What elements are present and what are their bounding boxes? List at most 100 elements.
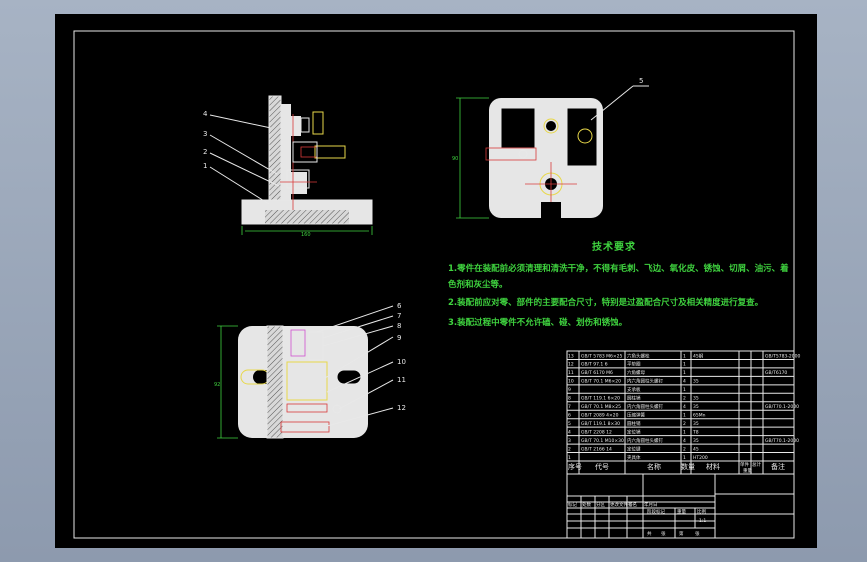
balloon-6: 6: [397, 302, 402, 310]
side-height-dim: 90: [452, 156, 458, 162]
tb-date: 年月日: [644, 501, 658, 508]
bom-cell-seq: 8: [568, 396, 571, 402]
tb-weight: 重量: [677, 508, 686, 515]
bom-row: 4 GB/T 2208 12 定位销 1 T8: [568, 428, 699, 435]
bom-cell-qty: 1: [683, 362, 686, 368]
bom-cell-qty: 1: [683, 353, 686, 359]
note-line-2: 色剂和灰尘等。: [448, 280, 508, 290]
bom-cell-material: 35: [693, 404, 699, 410]
balloon-12: 12: [397, 404, 406, 412]
tb-scale: 1:1: [699, 518, 706, 524]
bom-cell-seq: 3: [568, 438, 571, 444]
balloon-10: 10: [397, 358, 406, 366]
bom-cell-code: GB/T 2208 12: [581, 429, 612, 435]
bom-cell-name: 内六角圆柱头螺钉: [627, 437, 663, 444]
bom-cell-material: 45钢: [693, 352, 704, 359]
front-balloons: 4 3 2 1: [203, 110, 280, 205]
balloon-1: 1: [203, 162, 207, 170]
front-view: 160: [241, 95, 373, 238]
bom-cell-seq: 4: [568, 429, 571, 435]
bom-cell-seq: 11: [568, 370, 574, 376]
balloon-3: 3: [203, 130, 207, 138]
bom-header-qty: 数量: [681, 462, 695, 471]
bom-cell-seq: 13: [568, 353, 574, 359]
bom-cell-seq: 6: [568, 412, 571, 418]
bom-row: 5 GB/T 119.1 8×30 圆柱销 2 35: [568, 420, 699, 427]
bom-header-name: 名称: [647, 462, 661, 471]
bom-cell-name: 圆柱销: [627, 420, 641, 427]
bom-cell-code: GB/T 70.1 M8×25: [581, 404, 621, 410]
bom-table: 序号 代号 名称 数量 材料 单件 总计 重量 备注 13 GB/T 5783 M…: [566, 350, 801, 475]
bom-cell-code: GB/T 119.1 8×30: [581, 421, 620, 427]
bom-header-weight: 重量: [743, 467, 752, 474]
bom-cell-qty: 4: [683, 379, 686, 385]
bom-cell-qty: 2: [683, 396, 686, 402]
bom-cell-material: 35: [693, 396, 699, 402]
balloon-2: 2: [203, 148, 207, 156]
bom-cell-qty: 1: [683, 370, 686, 376]
note-line-1: 1.零件在装配前必须清理和清洗干净，不得有毛刺、飞边、氧化皮、锈蚀、切屑、油污、…: [448, 264, 789, 274]
balloon-9: 9: [397, 334, 401, 342]
bom-header-code: 代号: [595, 462, 609, 471]
tb-count: 处数: [582, 501, 591, 508]
plan-height-dim: 92: [214, 382, 220, 388]
bom-header-seq: 序号: [568, 462, 582, 471]
tb-zone: 分区: [596, 501, 605, 508]
bom-cell-seq: 10: [568, 379, 574, 385]
front-width-dim: 160: [301, 232, 311, 238]
bom-cell-qty: 4: [683, 404, 686, 410]
balloon-7: 7: [397, 312, 401, 320]
bom-cell-material: 35: [693, 438, 699, 444]
bom-cell-qty: 4: [683, 438, 686, 444]
bom-cell-remarks: GB/T6170: [765, 370, 787, 376]
side-view: 90 5: [452, 77, 649, 219]
bom-header-material: 材料: [706, 462, 720, 471]
bom-cell-seq: 9: [568, 387, 571, 393]
bom-cell-code: GB/T 70.1 M10×30: [581, 438, 624, 444]
cad-drawing: 160 4 3 2 1 90 5 92 6 7 8 9 10 11 12 序号 …: [73, 30, 801, 539]
bom-cell-code: GB/T 70.1 M6×20: [581, 379, 621, 385]
tb-scale-label: 比例: [697, 508, 706, 515]
bom-cell-name: 内六角圆柱头螺钉: [627, 403, 663, 410]
bom-row: 2 GB/T 2166 14 定位键 2 45: [568, 445, 699, 452]
bom-cell-material: HT200: [693, 455, 708, 461]
bom-cell-seq: 12: [568, 362, 574, 368]
bom-cell-qty: 2: [683, 446, 686, 452]
title-block: 标记 处数 分区 更改文件号 签名 年月日 阶段标记 重量 比例 1:1 共 张…: [566, 473, 795, 539]
note-line-3: 2.装配前应对零、部件的主要配合尺寸，特别是过盈配合尺寸及相关精度进行复查。: [448, 298, 764, 308]
bom-cell-name: 平垫圈: [627, 361, 641, 368]
tb-sheet-no: 第: [679, 530, 684, 537]
bom-cell-remarks: GB/T70.1-2000: [765, 404, 799, 410]
bom-row: 9 支承板 1: [568, 386, 686, 393]
bom-cell-name: 支承板: [627, 386, 641, 393]
tb-mark: 标记: [568, 501, 577, 508]
bom-cell-material: 65Mn: [693, 412, 706, 418]
bom-cell-seq: 5: [568, 421, 571, 427]
tb-sheet-total: 共: [647, 530, 652, 537]
bom-header-unit: 单件: [740, 461, 749, 468]
bom-cell-seq: 7: [568, 404, 571, 410]
balloon-5: 5: [639, 77, 643, 85]
bom-cell-name: 定位键: [627, 445, 641, 452]
bom-row: 1 夹具体 1 HT200: [568, 454, 708, 461]
tb-stage: 阶段标记: [647, 508, 665, 515]
bom-row: 12 GB/T 97.1 6 平垫圈 1: [568, 361, 686, 368]
notes-title: 技术要求: [592, 242, 636, 253]
bom-cell-name: 内六角圆柱头螺钉: [627, 378, 663, 385]
bom-row: 8 GB/T 119.1 6×20 圆柱销 2 35: [568, 395, 699, 402]
bom-cell-qty: 1: [683, 429, 686, 435]
bom-cell-material: 45: [693, 446, 699, 452]
bom-row: 11 GB/T 6170 M6 六角螺母 1 GB/T6170: [568, 369, 787, 376]
tb-sheet-unit1: 张: [661, 530, 666, 537]
bom-cell-qty: 2: [683, 421, 686, 427]
bom-cell-code: GB/T 6170 M6: [581, 370, 613, 376]
bom-cell-qty: 1: [683, 412, 686, 418]
bom-cell-qty: 1: [683, 455, 686, 461]
bom-cell-code: GB/T 5783 M6×25: [581, 353, 623, 359]
bom-cell-code: GB/T 119.1 6×20: [581, 396, 620, 402]
outer-frame: [73, 30, 795, 539]
bom-cell-name: 六角螺母: [627, 369, 645, 376]
cad-viewport[interactable]: 160 4 3 2 1 90 5 92 6 7 8 9 10 11 12 序号 …: [55, 14, 817, 548]
balloon-11: 11: [397, 376, 406, 384]
tb-sign: 签名: [628, 501, 637, 508]
